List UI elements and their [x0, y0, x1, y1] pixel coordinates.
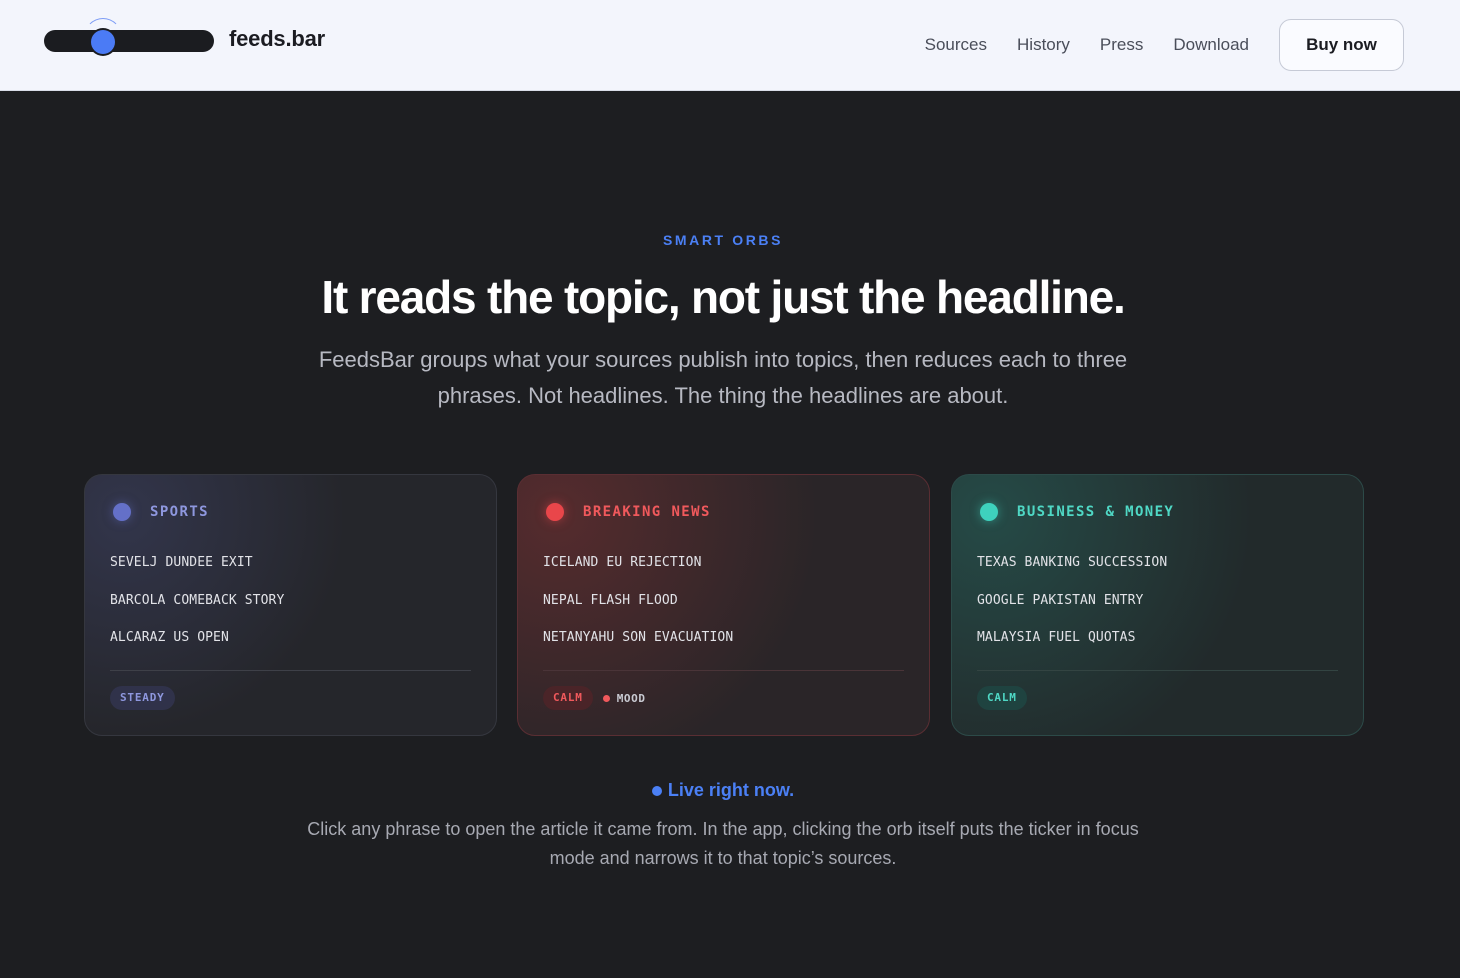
status-badge: CALM	[543, 686, 593, 710]
mood-indicator: MOOD	[602, 691, 646, 705]
card-title: SPORTS	[150, 504, 209, 520]
phrase-item[interactable]: TEXAS BANKING SUCCESSION	[977, 553, 1167, 591]
topic-orb-icon[interactable]	[113, 503, 131, 521]
card-header: BREAKING NEWS	[546, 503, 711, 521]
topic-card-business-money: BUSINESS & MONEY TEXAS BANKING SUCCESSIO…	[951, 474, 1364, 736]
nav-link-download[interactable]: Download	[1173, 35, 1249, 55]
status-badge: STEADY	[110, 686, 175, 710]
card-header: SPORTS	[113, 503, 209, 521]
mood-label: MOOD	[616, 691, 646, 705]
section-eyebrow: SMART ORBS	[662, 232, 784, 248]
phrase-list: TEXAS BANKING SUCCESSION GOOGLE PAKISTAN…	[977, 553, 1167, 666]
phrase-item[interactable]: NEPAL FLASH FLOOD	[543, 591, 733, 629]
topic-card-sports: SPORTS SEVELJ DUNDEE EXIT BARCOLA COMEBA…	[84, 474, 497, 736]
card-divider	[977, 670, 1338, 671]
phrase-list: SEVELJ DUNDEE EXIT BARCOLA COMEBACK STOR…	[110, 553, 284, 666]
card-divider	[110, 670, 471, 671]
phrase-list: ICELAND EU REJECTION NEPAL FLASH FLOOD N…	[543, 553, 733, 666]
phrase-item[interactable]: MALAYSIA FUEL QUOTAS	[977, 628, 1167, 666]
nav-link-history[interactable]: History	[1017, 35, 1070, 55]
usage-note: Click any phrase to open the article it …	[307, 819, 1139, 868]
brand-name: feeds.bar	[229, 26, 326, 51]
topic-card-breaking-news: BREAKING NEWS ICELAND EU REJECTION NEPAL…	[517, 474, 930, 736]
status-badge: CALM	[977, 686, 1027, 710]
orb-icon	[91, 30, 115, 54]
live-label: Live right now.	[667, 780, 795, 800]
phrase-item[interactable]: GOOGLE PAKISTAN ENTRY	[977, 591, 1167, 629]
nav-link-sources[interactable]: Sources	[925, 35, 987, 55]
brand[interactable]: feeds.bar	[44, 18, 326, 54]
live-indicator: Live right now.	[0, 780, 1446, 801]
phrase-item[interactable]: ALCARAZ US OPEN	[110, 628, 284, 666]
hero-description: FeedsBar groups what your sources publis…	[318, 347, 1128, 408]
card-title: BUSINESS & MONEY	[1017, 504, 1175, 520]
phrase-item[interactable]: NETANYAHU SON EVACUATION	[543, 628, 733, 666]
phrase-item[interactable]: SEVELJ DUNDEE EXIT	[110, 553, 284, 591]
buy-now-button[interactable]: Buy now	[1279, 19, 1404, 71]
page-headline: It reads the topic, not just the headlin…	[321, 271, 1125, 323]
card-footer: STEADY	[110, 686, 175, 710]
card-divider	[543, 670, 904, 671]
card-footer: CALM MOOD	[543, 686, 646, 710]
mood-dot-icon	[602, 694, 610, 702]
topic-orb-icon[interactable]	[980, 503, 998, 521]
top-navigation-bar: feeds.bar Sources History Press Download…	[0, 0, 1460, 91]
phrase-item[interactable]: ICELAND EU REJECTION	[543, 553, 733, 591]
topic-orb-icon[interactable]	[546, 503, 564, 521]
card-title: BREAKING NEWS	[583, 504, 711, 520]
card-header: BUSINESS & MONEY	[980, 503, 1174, 521]
nav-link-press[interactable]: Press	[1100, 35, 1143, 55]
ticker-logo-icon	[44, 18, 214, 54]
main-nav: Sources History Press Download Buy now	[925, 19, 1404, 71]
card-footer: CALM	[977, 686, 1027, 710]
phrase-item[interactable]: BARCOLA COMEBACK STORY	[110, 591, 284, 629]
live-dot-icon	[651, 785, 662, 796]
